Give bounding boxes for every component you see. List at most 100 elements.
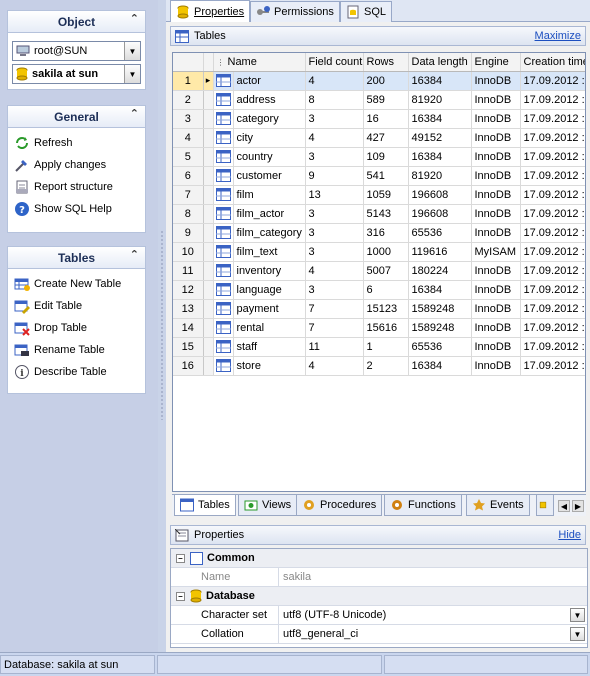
cell-data-length: 1589248 bbox=[408, 318, 472, 338]
drop-table-link[interactable]: Drop Table bbox=[12, 317, 141, 339]
tab-tables[interactable]: Tables bbox=[174, 495, 236, 516]
table-row[interactable]: 4 city 4 427 49152 InnoDB 17.09.2012 : bbox=[173, 128, 585, 148]
collapse-icon[interactable]: – bbox=[176, 553, 185, 563]
tables-section-header[interactable]: Tables ⌃ bbox=[7, 246, 146, 268]
column-header-creation-time[interactable]: Creation time bbox=[520, 53, 585, 72]
cell-field-count: 4 bbox=[305, 261, 364, 281]
table-row[interactable]: 12 language 3 6 16384 InnoDB 17.09.2012 : bbox=[173, 280, 585, 300]
table-row[interactable]: 5 country 3 109 16384 InnoDB 17.09.2012 : bbox=[173, 147, 585, 167]
tab-properties[interactable]: Properties bbox=[170, 0, 251, 22]
chevron-down-icon[interactable]: ▼ bbox=[124, 65, 140, 83]
scroll-right-icon[interactable]: ▶ bbox=[572, 500, 584, 512]
charset-select[interactable]: utf8 (UTF-8 Unicode) ▼ bbox=[279, 606, 587, 624]
tab-procedures[interactable]: Procedures bbox=[296, 495, 383, 516]
object-section-header[interactable]: Object ⌃ bbox=[7, 10, 146, 32]
tab-views[interactable]: Views bbox=[238, 495, 298, 516]
table-row[interactable]: 6 customer 9 541 81920 InnoDB 17.09.2012 : bbox=[173, 166, 585, 186]
table-icon bbox=[215, 245, 231, 258]
report-structure-link[interactable]: Report structure bbox=[12, 176, 141, 198]
collapse-chevron-icon[interactable]: ⌃ bbox=[130, 14, 139, 25]
column-header-name[interactable]: ⋮ Name bbox=[213, 53, 306, 72]
table-row[interactable]: 1 ▸ actor 4 200 16384 InnoDB 17.09.2012 : bbox=[173, 71, 585, 91]
table-row[interactable]: 8 film_actor 3 5143 196608 InnoDB 17.09.2012 : bbox=[173, 204, 585, 224]
general-section-title: General bbox=[54, 109, 99, 124]
create-new-table-link[interactable]: Create New Table bbox=[12, 273, 141, 295]
table-row[interactable]: 7 film 13 1059 196608 InnoDB 17.09.2012 : bbox=[173, 185, 585, 205]
scroll-left-icon[interactable]: ◀ bbox=[558, 500, 570, 512]
table-row[interactable]: 2 address 8 589 81920 InnoDB 17.09.2012 : bbox=[173, 90, 585, 110]
table-row[interactable]: 14 rental 7 15616 1589248 InnoDB 17.09.2012 : bbox=[173, 318, 585, 338]
general-section-header[interactable]: General ⌃ bbox=[7, 105, 146, 127]
collapse-icon[interactable]: – bbox=[176, 591, 185, 601]
general-section: General ⌃ Refresh Apply changes Report s… bbox=[7, 105, 146, 233]
row-number: 13 bbox=[173, 299, 204, 319]
column-header-engine[interactable]: Engine bbox=[471, 53, 521, 72]
cell-creation-time: 17.09.2012 : bbox=[520, 318, 585, 338]
cell-engine: InnoDB bbox=[471, 318, 521, 338]
category-database-title: Database bbox=[206, 590, 255, 602]
chevron-down-icon[interactable]: ▼ bbox=[124, 42, 140, 60]
column-header-data-length[interactable]: Data length bbox=[408, 53, 472, 72]
table-row[interactable]: 13 payment 7 15123 1589248 InnoDB 17.09.2012 : bbox=[173, 299, 585, 319]
properties-grid: – Common Name sakila – Database Characte… bbox=[170, 548, 588, 648]
table-row[interactable]: 3 category 3 16 16384 InnoDB 17.09.2012 : bbox=[173, 109, 585, 129]
charset-value: utf8 (UTF-8 Unicode) bbox=[283, 609, 387, 621]
refresh-link[interactable]: Refresh bbox=[12, 132, 141, 154]
tables-panel-header: Tables Maximize bbox=[170, 26, 586, 46]
cell-creation-time: 17.09.2012 : bbox=[520, 223, 585, 243]
row-indicator bbox=[203, 299, 214, 319]
tab-permissions[interactable]: Permissions bbox=[250, 1, 340, 22]
cell-engine: InnoDB bbox=[471, 280, 521, 300]
cell-name: actor bbox=[233, 71, 306, 91]
cell-engine: InnoDB bbox=[471, 261, 521, 281]
row-number: 3 bbox=[173, 109, 204, 129]
collapse-chevron-icon[interactable]: ⌃ bbox=[130, 109, 139, 120]
row-icon-cell bbox=[213, 337, 234, 357]
tables-panel-title: Tables bbox=[194, 30, 226, 42]
category-common[interactable]: – Common bbox=[171, 549, 587, 568]
column-header-rows[interactable]: Rows bbox=[363, 53, 409, 72]
hide-link[interactable]: Hide bbox=[558, 529, 581, 541]
row-indicator bbox=[203, 280, 214, 300]
panel-splitter[interactable] bbox=[158, 0, 166, 652]
row-icon-cell bbox=[213, 185, 234, 205]
left-panel: Object ⌃ root@SUN ▼ sakila at sun ▼ Gene… bbox=[0, 0, 158, 652]
cell-field-count: 8 bbox=[305, 90, 364, 110]
database-select[interactable]: sakila at sun ▼ bbox=[12, 64, 141, 84]
tab-more[interactable] bbox=[536, 495, 554, 516]
tab-sql[interactable]: SQL bbox=[340, 1, 393, 22]
tab-functions[interactable]: Functions bbox=[384, 495, 462, 516]
rename-table-link[interactable]: Rename Table bbox=[12, 339, 141, 361]
maximize-link[interactable]: Maximize bbox=[535, 30, 581, 42]
table-row[interactable]: 16 store 4 2 16384 InnoDB 17.09.2012 : bbox=[173, 356, 585, 376]
cell-creation-time: 17.09.2012 : bbox=[520, 147, 585, 167]
collation-select[interactable]: utf8_general_ci ▼ bbox=[279, 625, 587, 643]
property-collation-label: Collation bbox=[171, 625, 279, 643]
apply-changes-link[interactable]: Apply changes bbox=[12, 154, 141, 176]
describe-table-link[interactable]: i Describe Table bbox=[12, 361, 141, 383]
table-row[interactable]: 11 inventory 4 5007 180224 InnoDB 17.09.2012 : bbox=[173, 261, 585, 281]
chevron-down-icon[interactable]: ▼ bbox=[570, 627, 585, 641]
table-icon bbox=[215, 112, 231, 125]
table-row[interactable]: 9 film_category 3 316 65536 InnoDB 17.09.2012 … bbox=[173, 223, 585, 243]
chevron-down-icon[interactable]: ▼ bbox=[570, 608, 585, 622]
connection-select[interactable]: root@SUN ▼ bbox=[12, 41, 141, 61]
tab-events[interactable]: Events bbox=[466, 495, 530, 516]
column-header-field-count[interactable]: Field count bbox=[305, 53, 364, 72]
cell-data-length: 196608 bbox=[408, 204, 472, 224]
cell-creation-time: 17.09.2012 : bbox=[520, 109, 585, 129]
table-row[interactable]: 15 staff 11 1 65536 InnoDB 17.09.2012 : bbox=[173, 337, 585, 357]
tab-permissions-label: Permissions bbox=[274, 6, 334, 18]
collapse-chevron-icon[interactable]: ⌃ bbox=[130, 250, 139, 261]
show-sql-help-link[interactable]: ? Show SQL Help bbox=[12, 198, 141, 220]
tab-scroll-buttons: ◀ ▶ bbox=[558, 500, 584, 512]
edit-table-link[interactable]: Edit Table bbox=[12, 295, 141, 317]
category-database[interactable]: – Database bbox=[171, 587, 587, 606]
indicator-header bbox=[203, 53, 214, 72]
tables-grid[interactable]: ⋮ Name Field count Rows Data length Engin… bbox=[172, 52, 586, 492]
more-tabs-icon bbox=[539, 501, 547, 509]
row-icon-cell bbox=[213, 318, 234, 338]
table-row[interactable]: 10 film_text 3 1000 119616 MyISAM 17.09.2012 : bbox=[173, 242, 585, 262]
cell-name: payment bbox=[233, 299, 306, 319]
table-icon bbox=[180, 498, 194, 512]
